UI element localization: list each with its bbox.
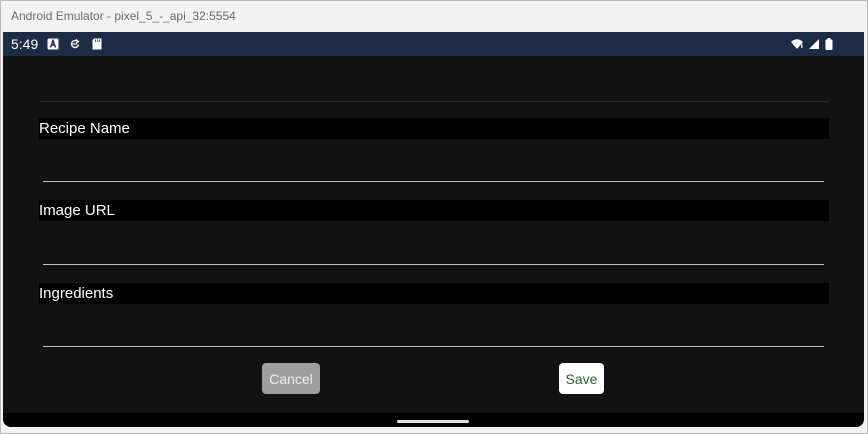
a-notification-icon [47, 38, 59, 50]
cancel-button[interactable]: Cancel [262, 363, 320, 394]
signal-icon [809, 39, 819, 49]
image-url-input[interactable] [43, 236, 824, 265]
home-gesture-handle[interactable] [397, 420, 469, 423]
ingredients-input[interactable] [43, 318, 824, 347]
ingredients-label: Ingredients [39, 283, 829, 304]
status-time: 5:49 [11, 36, 39, 52]
recipe-name-label: Recipe Name [39, 118, 829, 139]
window-titlebar[interactable]: Android Emulator - pixel_5_-_api_32:5554 [1, 1, 867, 32]
sd-card-icon [92, 38, 102, 50]
status-bar: 5:49 [3, 32, 864, 56]
wifi-icon [791, 39, 803, 49]
save-button[interactable]: Save [559, 363, 604, 394]
sync-notification-icon [70, 38, 80, 49]
recipe-name-input[interactable] [43, 153, 824, 182]
navigation-bar [3, 413, 864, 427]
emulator-window: Android Emulator - pixel_5_-_api_32:5554… [0, 0, 868, 434]
device-screen: 5:49 Recipe Name Image URL Ingredients C… [3, 32, 864, 427]
window-title: Android Emulator - pixel_5_-_api_32:5554 [11, 9, 236, 23]
battery-icon [825, 38, 833, 50]
toolbar-divider [39, 101, 829, 102]
image-url-label: Image URL [39, 200, 829, 221]
